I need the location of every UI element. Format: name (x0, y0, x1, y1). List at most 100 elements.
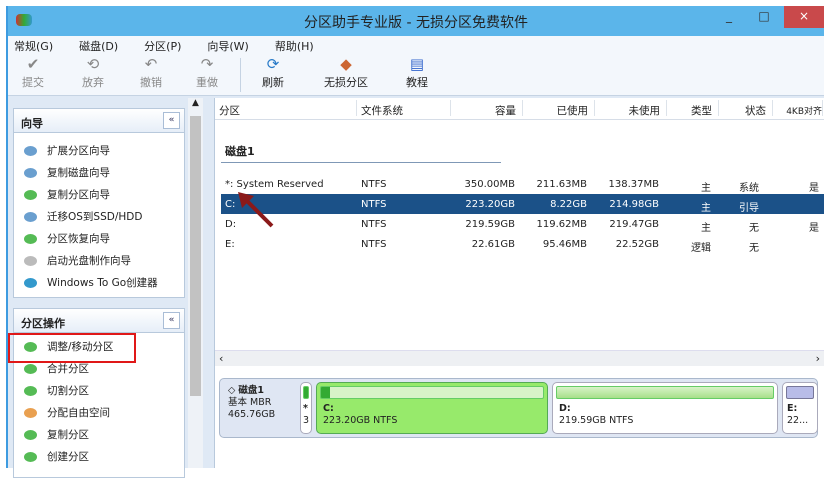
table-cell: 主 (701, 203, 711, 214)
wizard-item-recovery[interactable]: 分区恢复向导 (14, 225, 184, 247)
disk-icon (24, 167, 37, 178)
disk-label: 磁盘1 (225, 145, 255, 158)
title-bar: 分区助手专业版 - 无损分区免费软件 _ □ × (8, 6, 824, 36)
op-allocate-free[interactable]: 分配自由空间 (14, 399, 184, 421)
commit-button[interactable]: ✔ 提交 (22, 56, 44, 90)
partition-block-c[interactable]: C: 223.20GB NTFS (316, 382, 548, 434)
item-label: 复制分区向导 (47, 189, 110, 201)
horizontal-scrollbar[interactable]: ‹ › (215, 350, 824, 366)
allocate-icon (24, 407, 37, 418)
merge-icon (24, 363, 37, 374)
wizard-title: 向导 (21, 117, 43, 130)
tutorial-button[interactable]: ▤ 教程 (406, 56, 428, 90)
collapse-wizard-button[interactable]: « (163, 112, 180, 129)
op-copy[interactable]: 复制分区 (14, 421, 184, 443)
left-scrollbar[interactable]: ▲ (188, 98, 203, 468)
table-cell: 是 (809, 223, 819, 234)
col-partition[interactable]: 分区 (219, 100, 357, 117)
wizard-item-migrate-os[interactable]: 迁移OS到SSD/HDD (14, 203, 184, 225)
menu-disk[interactable]: 磁盘(D) (73, 36, 124, 54)
disk-info: ◇ 磁盘1 基本 MBR 465.76GB (228, 385, 275, 421)
scroll-left-icon[interactable]: ‹ (219, 352, 223, 365)
table-row[interactable]: D: NTFS 219.59GB 119.62MB 219.47GB 主 无 是 (221, 214, 824, 234)
table-cell: 22.61GB (471, 239, 515, 250)
op-split[interactable]: 切割分区 (14, 377, 184, 399)
table-cell: E: (225, 239, 235, 250)
wizard-item-bootable-cd[interactable]: 启动光盘制作向导 (14, 247, 184, 269)
table-cell: 系统 (739, 183, 759, 194)
lossless-partition-button[interactable]: ◆ 无损分区 (324, 56, 368, 90)
op-create[interactable]: 创建分区 (14, 443, 184, 465)
collapse-ops-button[interactable]: « (163, 312, 180, 329)
table-cell: NTFS (361, 219, 387, 230)
table-cell: 无 (749, 243, 759, 254)
partition-block-e[interactable]: E: 22... (782, 382, 818, 434)
cd-icon (24, 255, 37, 266)
wizard-header: 向导 « (14, 109, 184, 133)
table-cell: 223.20GB (465, 199, 515, 210)
refresh-icon: ⟳ (266, 55, 280, 73)
table-cell: 22.52GB (615, 239, 659, 250)
redo-label: 重做 (196, 76, 218, 89)
wizard-item-windows-to-go[interactable]: Windows To Go创建器 (14, 269, 184, 291)
c-label: C: (323, 403, 334, 414)
scroll-up-icon[interactable]: ▲ (188, 98, 203, 108)
system-label: * (303, 403, 308, 414)
table-row[interactable]: C: NTFS 223.20GB 8.22GB 214.98GB 主 引导 (221, 194, 824, 214)
table-cell: NTFS (361, 199, 387, 210)
item-label: 迁移OS到SSD/HDD (47, 211, 143, 223)
check-icon: ✔ (26, 55, 40, 73)
system-size: 3 (303, 415, 310, 426)
item-label: 复制磁盘向导 (47, 167, 110, 179)
e-label: E: (787, 403, 798, 414)
table-cell: 219.59GB (465, 219, 515, 230)
item-label: Windows To Go创建器 (47, 277, 158, 289)
redo-button[interactable]: ↷ 重做 (196, 56, 218, 90)
partition-block-system[interactable]: * 3 (300, 382, 312, 434)
split-icon (24, 385, 37, 396)
col-type[interactable]: 类型 (667, 100, 719, 117)
menu-bar: 常规(G) 磁盘(D) 分区(P) 向导(W) 帮助(H) (8, 36, 824, 54)
disk-type: 基本 MBR (228, 397, 272, 408)
partition-block-d[interactable]: D: 219.59GB NTFS (552, 382, 778, 434)
menu-wizard[interactable]: 向导(W) (201, 36, 254, 54)
wizard-group: 向导 « 扩展分区向导 复制磁盘向导 复制分区向导 迁移OS到SSD/HDD 分区… (13, 108, 185, 298)
col-status[interactable]: 状态 (719, 100, 773, 117)
col-capacity[interactable]: 容量 (451, 100, 523, 117)
wizard-item-copy-disk[interactable]: 复制磁盘向导 (14, 159, 184, 181)
partition-list-panel: 分区 文件系统 容量 已使用 未使用 类型 状态 4KB对齐 磁盘1 *: Sy… (214, 98, 824, 468)
wizard-item-extend[interactable]: 扩展分区向导 (14, 137, 184, 159)
discard-button[interactable]: ⟲ 放弃 (82, 56, 104, 90)
col-unused[interactable]: 未使用 (595, 100, 667, 117)
windows-icon (24, 277, 37, 288)
annotation-arrow-icon (238, 192, 274, 228)
table-row[interactable]: E: NTFS 22.61GB 95.46MB 22.52GB 逻辑 无 (221, 234, 824, 254)
table-cell: 主 (701, 223, 711, 234)
d-size: 219.59GB NTFS (559, 415, 634, 426)
table-cell: 8.22GB (550, 199, 587, 210)
table-row[interactable]: *: System Reserved NTFS 350.00MB 211.63MB 13… (221, 174, 824, 194)
maximize-button[interactable]: □ (749, 6, 779, 28)
minimize-button[interactable]: _ (714, 6, 744, 28)
c-size: 223.20GB NTFS (323, 415, 398, 426)
wizard-item-copy-partition[interactable]: 复制分区向导 (14, 181, 184, 203)
scroll-thumb[interactable] (190, 116, 201, 396)
scroll-right-icon[interactable]: › (816, 352, 820, 365)
col-filesystem[interactable]: 文件系统 (361, 100, 451, 117)
close-button[interactable]: × (784, 6, 824, 28)
col-4k-align[interactable]: 4KB对齐 (773, 100, 823, 117)
table-cell: 214.98GB (609, 199, 659, 210)
table-cell: 138.37MB (608, 179, 659, 190)
table-cell: 主 (701, 183, 711, 194)
discard-icon: ⟲ (86, 55, 100, 73)
item-label: 创建分区 (47, 451, 89, 463)
d-label: D: (559, 403, 571, 414)
menu-partition[interactable]: 分区(P) (138, 36, 187, 54)
col-used[interactable]: 已使用 (523, 100, 595, 117)
table-cell: D: (225, 219, 237, 230)
menu-general[interactable]: 常规(G) (8, 36, 59, 54)
undo-button[interactable]: ↶ 撤销 (140, 56, 162, 90)
menu-help[interactable]: 帮助(H) (269, 36, 320, 54)
refresh-button[interactable]: ⟳ 刷新 (262, 56, 284, 90)
create-icon (24, 451, 37, 462)
